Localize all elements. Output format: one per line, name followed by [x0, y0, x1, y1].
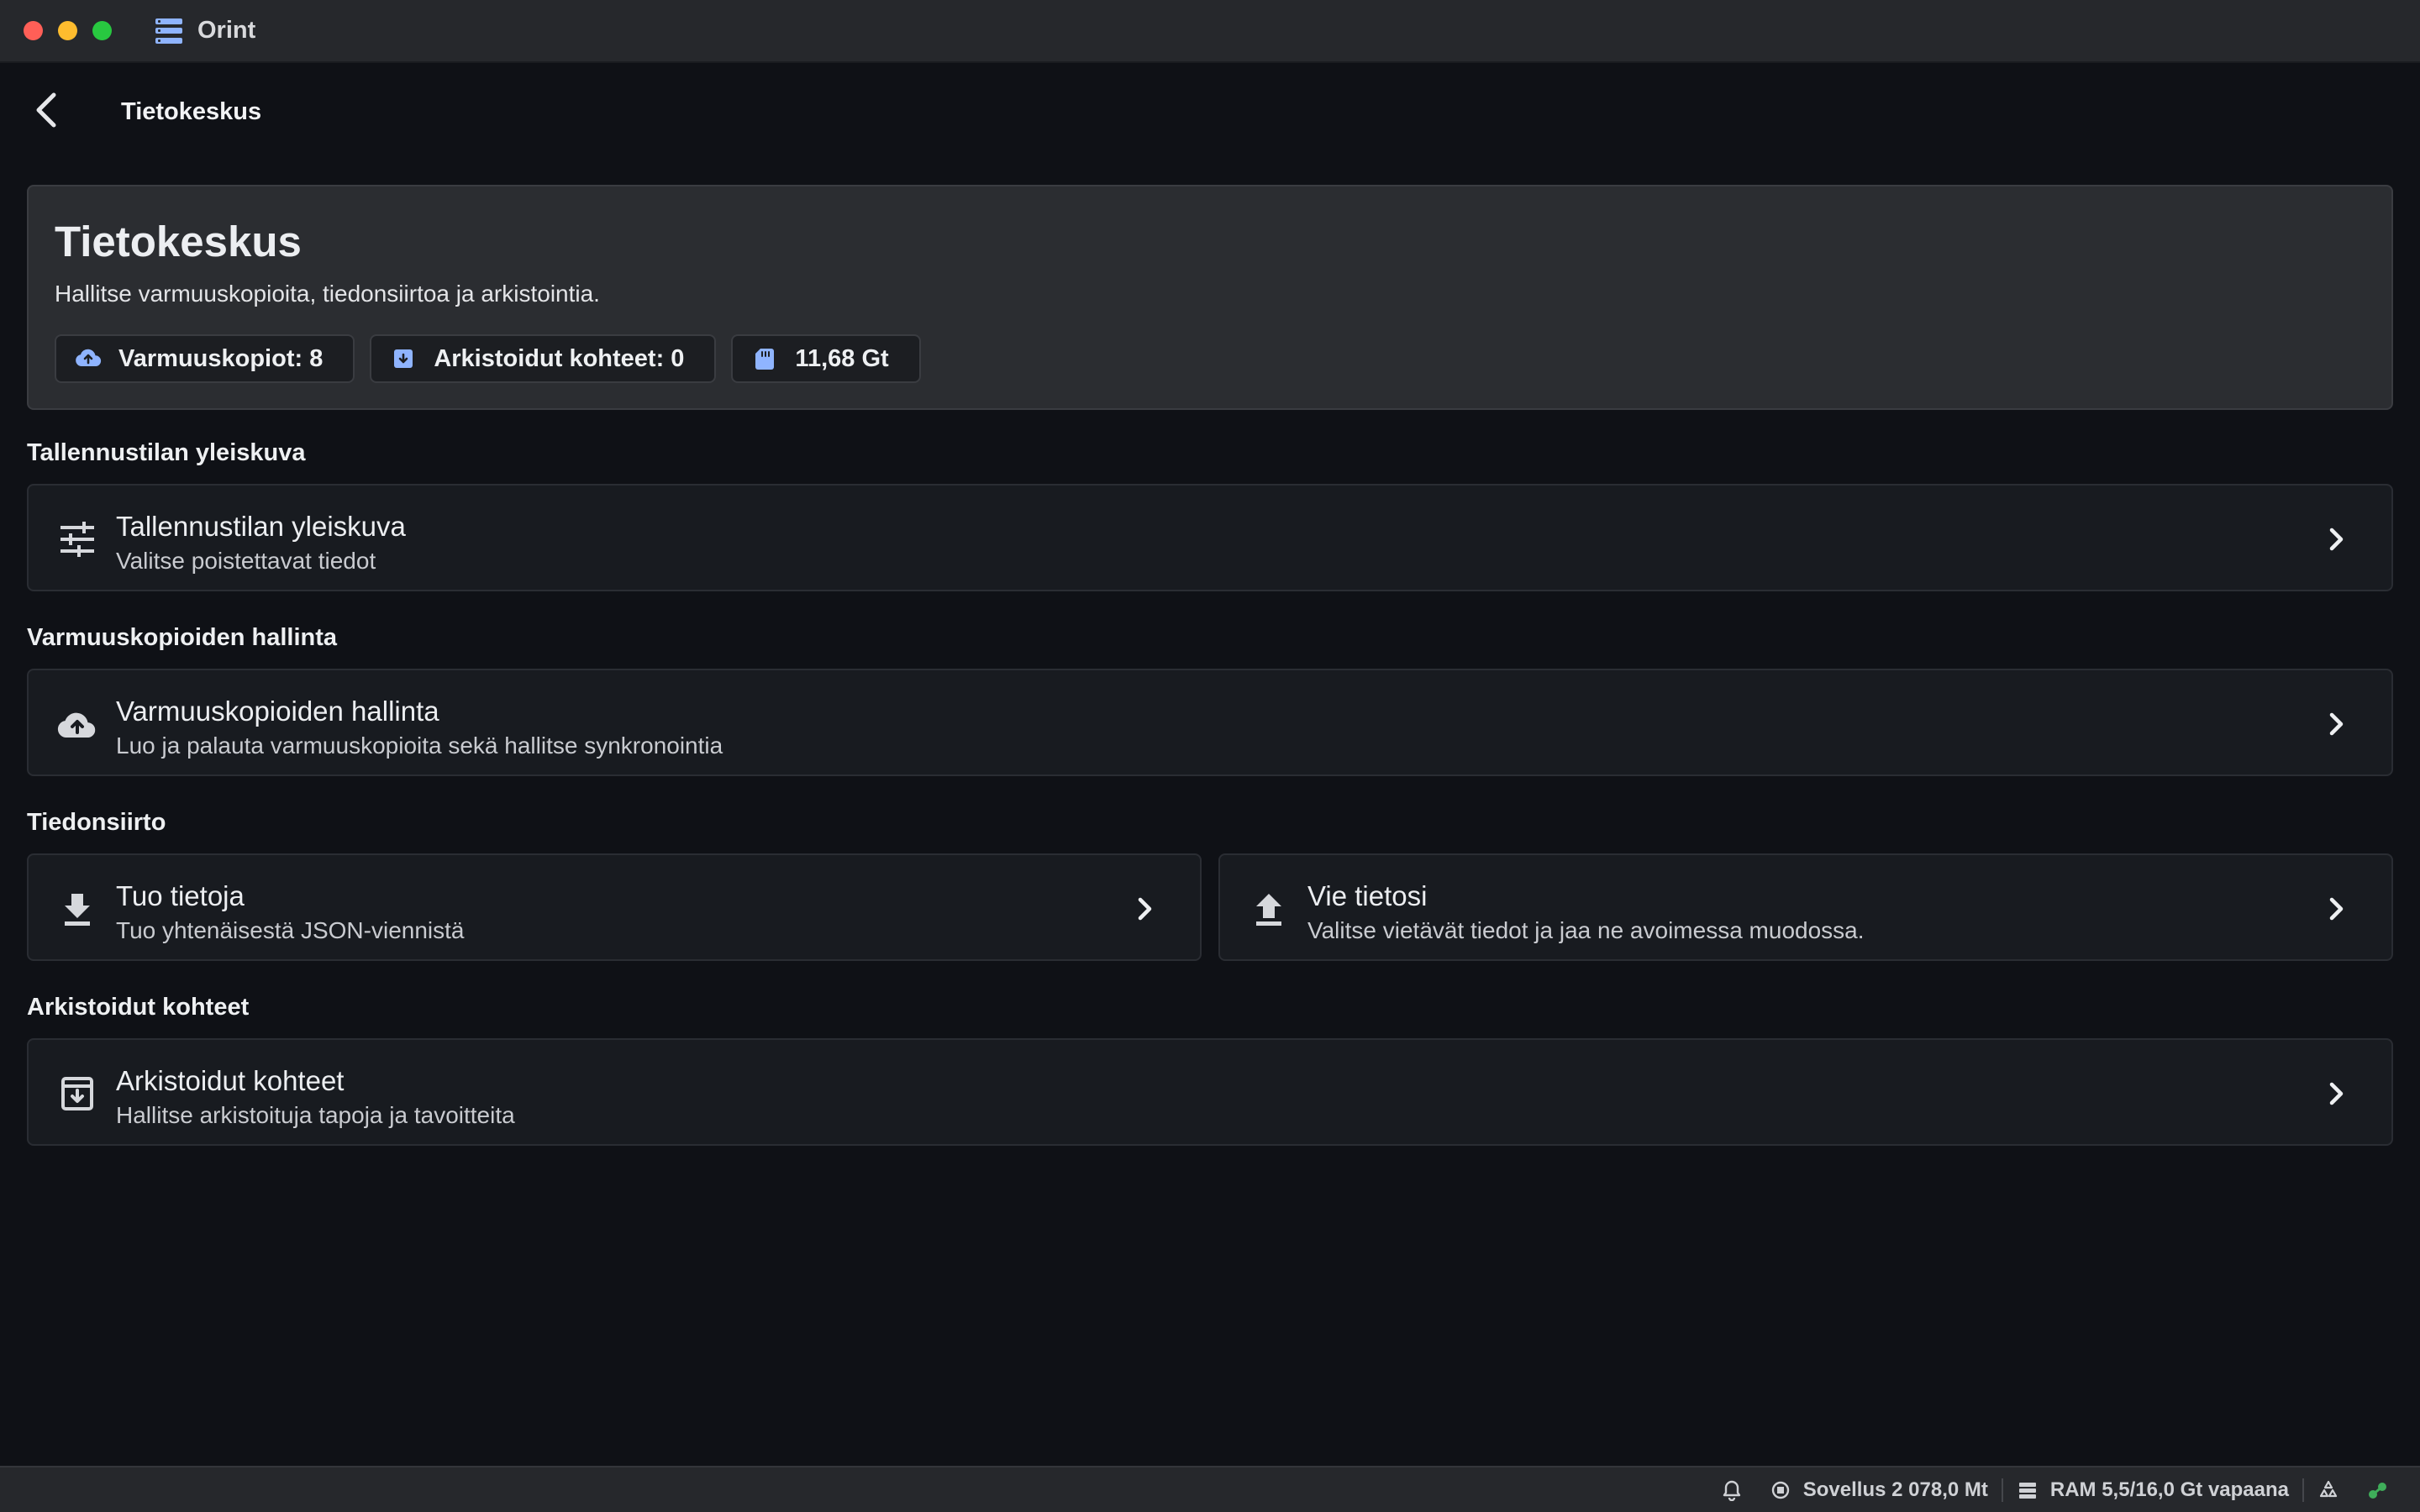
chevron-right-icon — [1128, 892, 1161, 926]
archived-count-label: Arkistoidut kohteet: 0 — [434, 344, 685, 372]
section-label-transfer: Tiedonsiirto — [27, 809, 166, 836]
storage-size-label: 11,68 Gt — [795, 344, 889, 372]
cleanup-button[interactable] — [2304, 1479, 2353, 1501]
storage-size-chip: 11,68 Gt — [731, 334, 921, 383]
storage-overview-title: Tallennustilan yleiskuva — [116, 511, 406, 542]
sd-card-icon — [755, 349, 775, 370]
summary-subtitle: Hallitse varmuuskopioita, tiedonsiirtoa … — [55, 281, 600, 307]
notifications-button[interactable] — [1707, 1479, 1756, 1501]
page-title: Tietokeskus — [121, 98, 262, 125]
archived-items-card[interactable]: Arkistoidut kohteet Hallitse arkistoituj… — [27, 1038, 2393, 1146]
network-status-icon — [2369, 1482, 2386, 1499]
archived-count-chip: Arkistoidut kohteet: 0 — [370, 334, 717, 383]
chip-icon — [1771, 1481, 1789, 1499]
top-navbar: Tietokeskus — [0, 65, 2420, 157]
export-data-card[interactable]: Vie tietosi Valitse vietävät tiedot ja j… — [1218, 853, 2393, 961]
import-data-title: Tuo tietoja — [116, 880, 245, 911]
archived-items-title: Arkistoidut kohteet — [116, 1065, 345, 1096]
close-window-button[interactable] — [24, 21, 43, 40]
export-data-subtitle: Valitse vietävät tiedot ja jaa ne avoime… — [1307, 917, 1865, 943]
backup-management-card[interactable]: Varmuuskopioiden hallinta Luo ja palauta… — [27, 669, 2393, 776]
download-icon — [55, 887, 99, 931]
status-bar: Sovellus 2 078,0 Mt RAM 5,5/16,0 Gt vapa… — [0, 1466, 2420, 1512]
app-memory-indicator: Sovellus 2 078,0 Mt — [1756, 1478, 2002, 1502]
backups-count-label: Varmuuskopiot: 8 — [118, 344, 324, 372]
summary-card: Tietokeskus Hallitse varmuuskopioita, ti… — [27, 185, 2393, 410]
upload-icon — [1247, 887, 1291, 931]
chevron-right-icon — [2319, 1077, 2353, 1110]
sync-status-button[interactable] — [2353, 1479, 2402, 1501]
app-title: Orint — [197, 17, 256, 44]
import-data-card[interactable]: Tuo tietoja Tuo yhtenäisestä JSON-vienni… — [27, 853, 1202, 961]
archive-icon — [55, 1072, 99, 1116]
tune-icon — [55, 517, 99, 561]
bell-icon — [1723, 1480, 1740, 1501]
window-titlebar: Orint — [0, 0, 2420, 63]
import-data-subtitle: Tuo yhtenäisestä JSON-viennistä — [116, 917, 465, 943]
chevron-left-icon — [36, 92, 56, 128]
backup-management-subtitle: Luo ja palauta varmuuskopioita sekä hall… — [116, 732, 723, 759]
cloud-upload-icon — [76, 349, 102, 366]
ram-text: RAM 5,5/16,0 Gt vapaana — [2049, 1478, 2289, 1501]
storage-overview-subtitle: Valitse poistettavat tiedot — [116, 548, 376, 574]
memory-icon — [2018, 1482, 2036, 1499]
ram-indicator: RAM 5,5/16,0 Gt vapaana — [2003, 1478, 2302, 1502]
section-label-storage: Tallennustilan yleiskuva — [27, 439, 306, 466]
chevron-right-icon — [2319, 522, 2353, 556]
storage-overview-card[interactable]: Tallennustilan yleiskuva Valitse poistet… — [27, 484, 2393, 591]
cloud-upload-icon — [55, 702, 99, 746]
section-label-backup: Varmuuskopioiden hallinta — [27, 624, 338, 651]
back-button[interactable] — [25, 88, 69, 132]
app-memory-text: Sovellus 2 078,0 Mt — [1802, 1478, 1988, 1501]
window-controls — [24, 21, 112, 40]
minimize-window-button[interactable] — [58, 21, 77, 40]
app-logo-icon — [155, 18, 182, 44]
summary-title: Tietokeskus — [55, 218, 302, 265]
archived-items-subtitle: Hallitse arkistoituja tapoja ja tavoitte… — [116, 1102, 515, 1128]
chevron-right-icon — [2319, 892, 2353, 926]
export-data-title: Vie tietosi — [1307, 880, 1428, 911]
backups-count-chip: Varmuuskopiot: 8 — [55, 334, 355, 383]
summary-chips: Varmuuskopiot: 8 Arkistoidut kohteet: 0 … — [55, 334, 921, 383]
backup-management-title: Varmuuskopioiden hallinta — [116, 696, 439, 727]
maximize-window-button[interactable] — [92, 21, 112, 40]
recycle-icon — [2319, 1480, 2338, 1497]
chevron-right-icon — [2319, 707, 2353, 741]
archive-icon — [394, 349, 413, 368]
section-label-archived: Arkistoidut kohteet — [27, 994, 250, 1021]
